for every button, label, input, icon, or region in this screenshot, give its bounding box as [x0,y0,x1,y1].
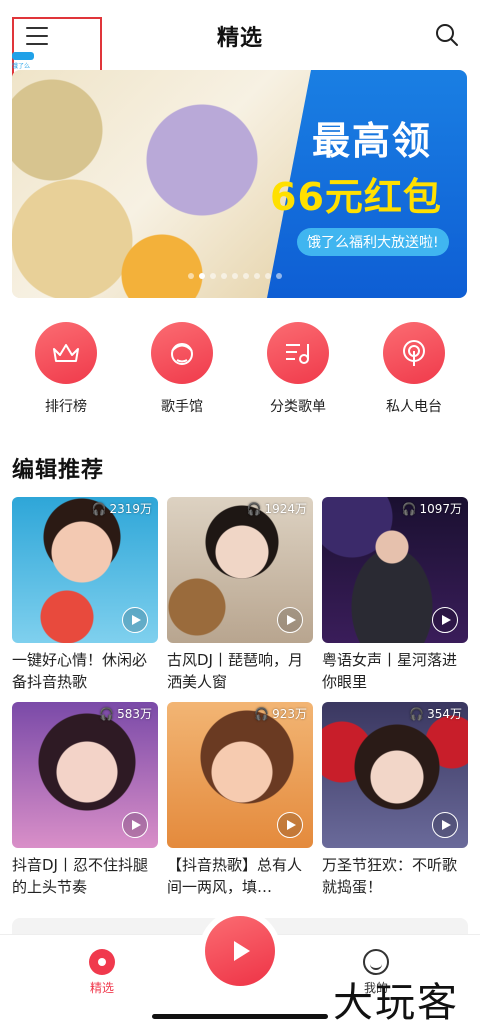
ad-logo-label: 饿了么 [12,63,31,70]
playlist-cover: 🎧 354万 [322,702,468,848]
banner-amount: 66元红包 [270,175,442,219]
quick-item-label: 私人电台 [386,399,442,415]
play-icon[interactable] [122,607,148,633]
playlist-cover: 🎧 1097万 [322,497,468,643]
carousel-indicator [188,273,282,279]
carousel-dot [232,273,238,279]
playlist-title: 一键好心情！休闲必备抖音热歌 [12,651,148,691]
playlist-cover: 🎧 1924万 [167,497,313,643]
quick-item-label: 分类歌单 [270,399,326,415]
top-bar: 饿了么 精选 [0,0,480,85]
play-count: 🎧 2319万 [92,500,153,517]
playlist-cover: 🎧 2319万 [12,497,158,643]
quick-item-charts[interactable]: 排行榜 [8,322,124,416]
playlist-card[interactable]: 🎧 583万 抖音DJ丨忍不住抖腿的上头节奏 [12,702,158,898]
playlist-cover: 🎧 583万 [12,702,158,848]
play-count-value: 583万 [117,707,152,721]
playlist-title: 万圣节狂欢：不听歌就捣蛋！ [322,856,458,896]
now-playing-button[interactable] [205,916,275,986]
playlist-card[interactable]: 🎧 1924万 古风DJ丨琵琶响，月洒美人窗 [167,497,313,693]
carousel-dot [243,273,249,279]
playlist-card[interactable]: 🎧 354万 万圣节狂欢：不听歌就捣蛋！ [322,702,468,898]
play-count: 🎧 1097万 [402,500,463,517]
crown-icon [35,322,97,384]
search-icon [436,24,458,46]
promo-banner[interactable]: 最高领 66元红包 饿了么福利大放送啦! [12,70,467,298]
headphones-icon: 🎧 [91,501,107,516]
banner-headline: 最高领 [312,119,433,163]
singer-avatar-icon [151,322,213,384]
home-indicator[interactable] [152,1014,328,1019]
playlist-title: 粤语女声丨星河落进你眼里 [322,651,458,691]
carousel-dot [254,273,260,279]
play-icon[interactable] [277,607,303,633]
page-title: 精选 [216,26,263,51]
carousel-dot [210,273,216,279]
watermark-text: 大玩客 [333,980,459,1026]
carousel-dot [221,273,227,279]
play-count: 🎧 354万 [409,705,462,722]
section-title: 编辑推荐 [12,458,105,483]
quick-item-label: 歌手馆 [161,399,203,415]
playlist-title: 【抖音热歌】总有人间一两风，填… [167,856,303,896]
play-count-value: 1097万 [419,502,462,516]
banner-cake-image [12,70,312,298]
play-count: 🎧 583万 [99,705,152,722]
tab-label: 精选 [89,981,114,995]
banner-tagline: 饿了么福利大放送啦! [297,228,449,256]
play-count-value: 2319万 [109,502,152,516]
playlist-title: 古风DJ丨琵琶响，月洒美人窗 [167,651,303,691]
play-count-value: 923万 [272,707,307,721]
play-count: 🎧 1924万 [247,500,308,517]
playlist-card[interactable]: 🎧 2319万 一键好心情！休闲必备抖音热歌 [12,497,158,693]
carousel-dot [188,273,194,279]
play-icon[interactable] [122,812,148,838]
headphones-icon: 🎧 [254,706,270,721]
playlist-card[interactable]: 🎧 1097万 粤语女声丨星河落进你眼里 [322,497,468,693]
quick-item-singers[interactable]: 歌手馆 [124,322,240,416]
play-icon[interactable] [277,812,303,838]
headphones-icon: 🎧 [246,501,262,516]
play-icon[interactable] [432,812,458,838]
headphones-icon: 🎧 [401,501,417,516]
playlist-icon [267,322,329,384]
play-count-value: 354万 [427,707,462,721]
search-button[interactable] [434,22,460,48]
quick-item-label: 排行榜 [45,399,87,415]
carousel-dot [265,273,271,279]
play-icon[interactable] [432,607,458,633]
quick-item-radio[interactable]: 私人电台 [356,322,472,416]
tab-featured[interactable]: 精选 [72,949,132,996]
carousel-dot [276,273,282,279]
headphones-icon: 🎧 [99,706,115,721]
playlist-card[interactable]: 🎧 923万 【抖音热歌】总有人间一两风，填… [167,702,313,898]
play-count-value: 1924万 [264,502,307,516]
carousel-dot-active [199,273,205,279]
play-count: 🎧 923万 [254,705,307,722]
quick-item-categories[interactable]: 分类歌单 [240,322,356,416]
quick-actions: 排行榜 歌手馆 分类歌单 私人电台 [0,322,480,416]
radio-icon [383,322,445,384]
featured-tab-icon [89,949,115,975]
playlist-title: 抖音DJ丨忍不住抖腿的上头节奏 [12,856,148,896]
headphones-icon: 🎧 [409,706,425,721]
playlist-cover: 🎧 923万 [167,702,313,848]
ad-logo-icon: 饿了么 [12,52,34,70]
